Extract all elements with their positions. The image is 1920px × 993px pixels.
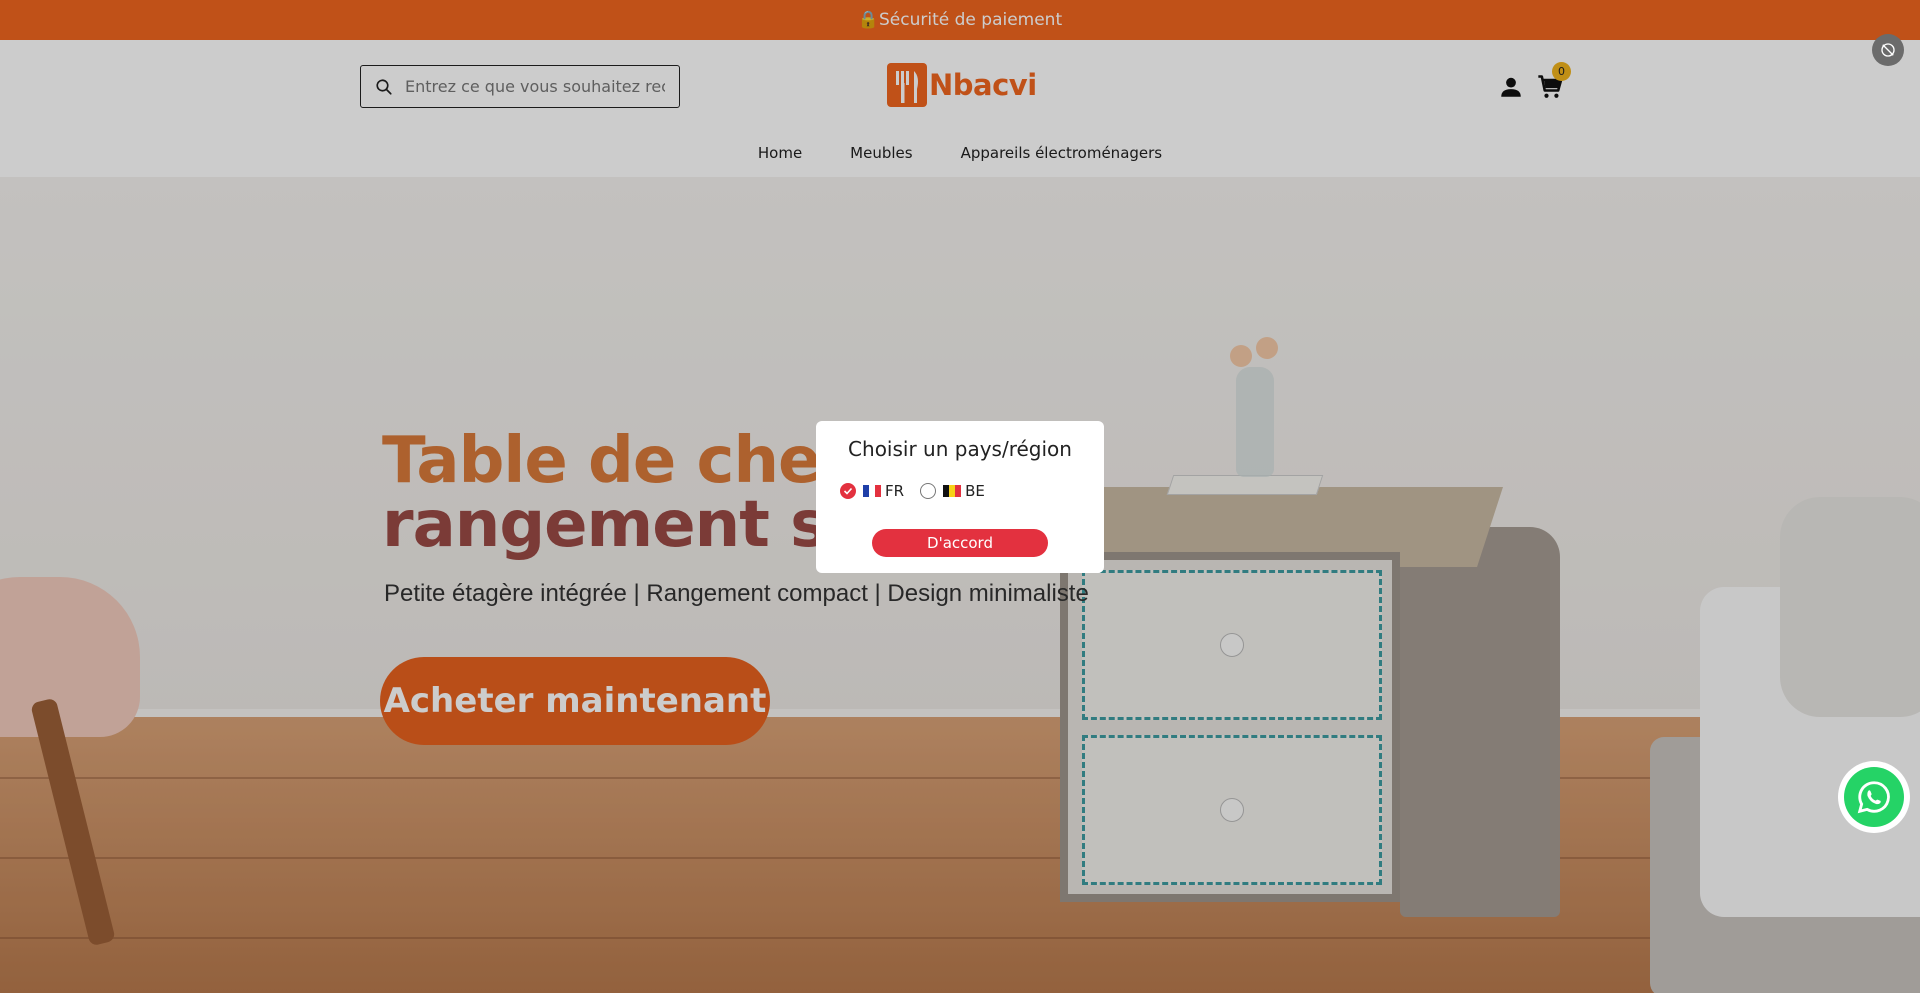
- agree-button[interactable]: D'accord: [872, 529, 1048, 557]
- radio-checked-icon[interactable]: [840, 483, 856, 499]
- accessibility-toggle-icon[interactable]: [1872, 34, 1904, 66]
- region-option-be[interactable]: BE: [920, 482, 985, 500]
- whatsapp-button[interactable]: [1838, 761, 1910, 833]
- radio-unchecked-icon[interactable]: [920, 483, 937, 499]
- region-option-label: FR: [885, 482, 905, 500]
- region-options: FR BE: [840, 482, 1001, 500]
- flag-fr-icon: [863, 485, 881, 497]
- region-modal: Choisir un pays/région FR BE D'accord: [816, 421, 1104, 573]
- region-option-label: BE: [965, 482, 985, 500]
- region-option-fr[interactable]: FR: [840, 482, 904, 500]
- flag-be-icon: [943, 485, 962, 497]
- modal-title: Choisir un pays/région: [848, 437, 1072, 461]
- whatsapp-icon: [1844, 767, 1904, 827]
